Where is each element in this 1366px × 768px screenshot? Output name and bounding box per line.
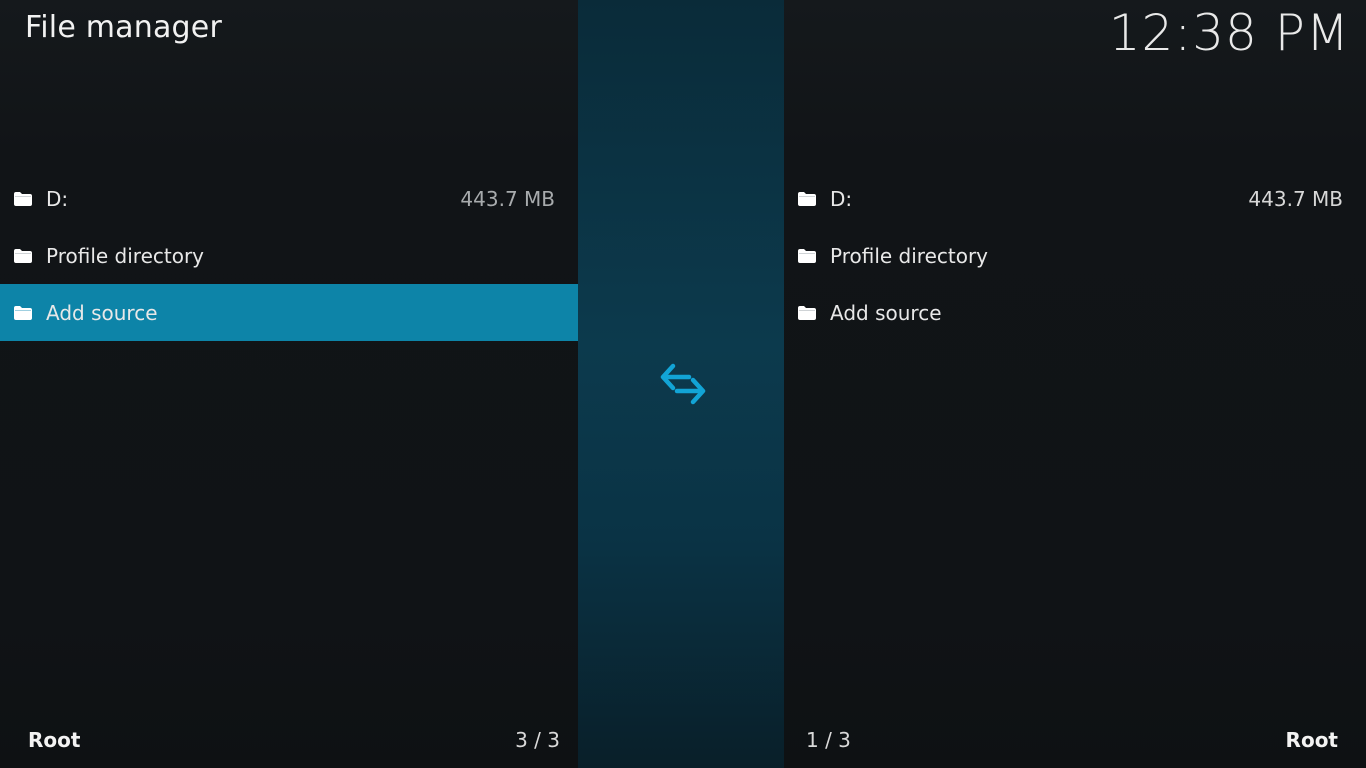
left-item-count: 3 / 3 [515, 728, 560, 752]
left-item-add-source[interactable]: Add source [0, 284, 578, 341]
right-path-label: Root [1285, 728, 1338, 752]
folder-icon [798, 305, 816, 320]
item-label: D: [830, 186, 853, 211]
file-manager-screen: File manager 12:38 PM D: 443.7 MB Profil… [0, 0, 1366, 768]
folder-icon [798, 248, 816, 263]
right-item-add-source[interactable]: Add source [784, 284, 1366, 341]
folder-icon [14, 248, 32, 263]
swap-arrows-icon[interactable] [659, 362, 707, 406]
left-item-d-drive[interactable]: D: 443.7 MB [0, 170, 578, 227]
right-item-d-drive[interactable]: D: 443.7 MB [784, 170, 1366, 227]
item-size: 443.7 MB [460, 186, 555, 211]
left-file-list: D: 443.7 MB Profile directory Add source [0, 170, 578, 341]
folder-icon [798, 191, 816, 206]
right-file-list: D: 443.7 MB Profile directory Add source [784, 170, 1366, 341]
item-label: Profile directory [830, 243, 989, 268]
right-pane: D: 443.7 MB Profile directory Add source… [784, 0, 1366, 768]
pane-divider [578, 0, 784, 768]
right-item-profile-directory[interactable]: Profile directory [784, 227, 1366, 284]
left-path-label: Root [28, 728, 81, 752]
folder-icon [14, 191, 32, 206]
item-label: Add source [46, 300, 158, 325]
left-pane: D: 443.7 MB Profile directory Add source… [0, 0, 578, 768]
left-item-profile-directory[interactable]: Profile directory [0, 227, 578, 284]
item-label: Profile directory [46, 243, 205, 268]
folder-icon [14, 305, 32, 320]
item-label: D: [46, 186, 69, 211]
item-label: Add source [830, 300, 942, 325]
item-size: 443.7 MB [1248, 186, 1343, 211]
right-item-count: 1 / 3 [806, 728, 851, 752]
